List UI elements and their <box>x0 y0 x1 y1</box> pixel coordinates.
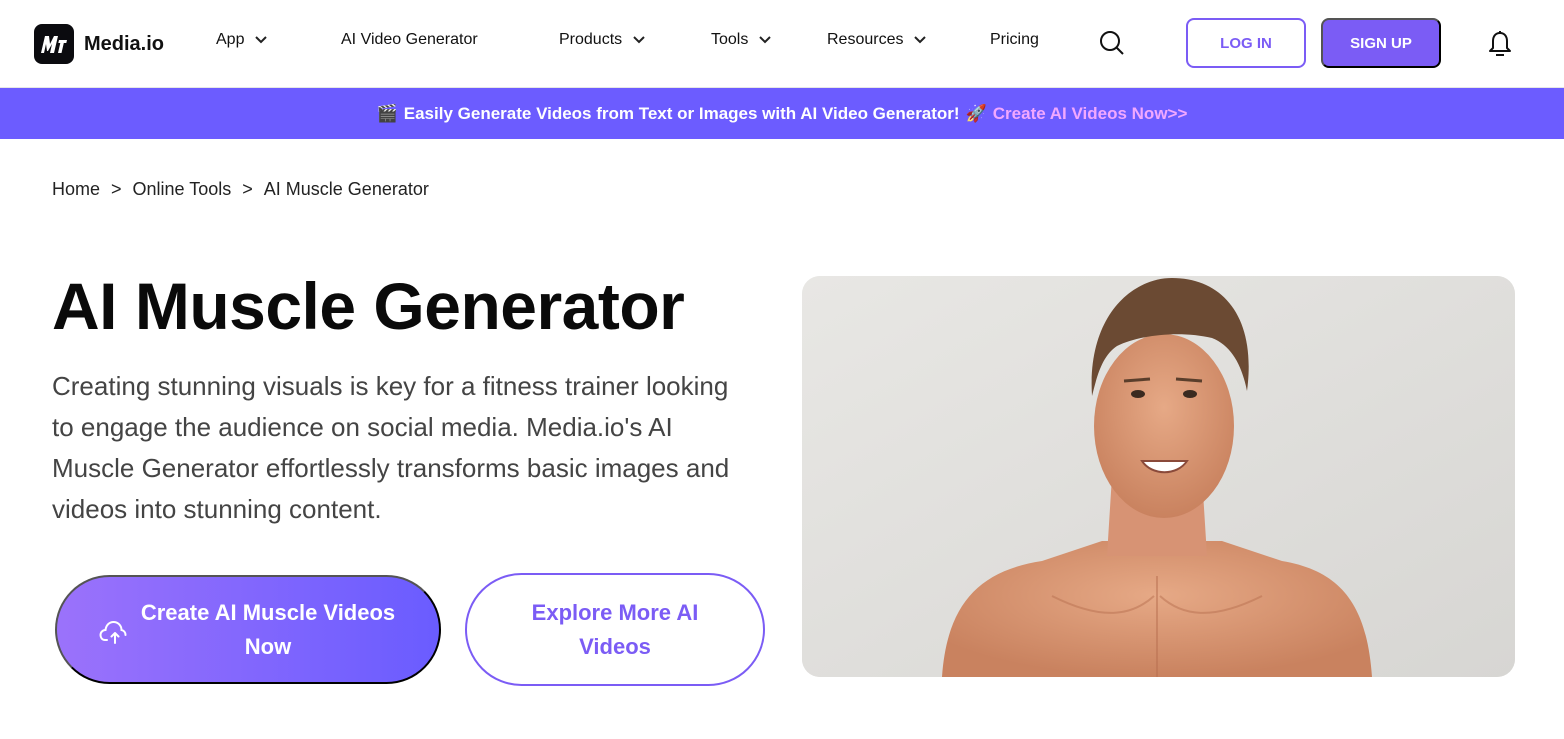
nav-products-label: Products <box>559 31 623 48</box>
nav-pricing[interactable]: Pricing <box>990 31 1039 49</box>
nav-resources-label: Resources <box>827 31 904 48</box>
create-muscle-videos-label: Create AI Muscle Videos Now <box>140 599 396 659</box>
bell-icon[interactable] <box>1487 30 1513 58</box>
explore-more-videos-button[interactable]: Explore More AI Videos <box>465 573 765 686</box>
search-icon[interactable] <box>1098 29 1126 57</box>
nav-products[interactable]: Products <box>559 31 646 49</box>
nav-tools[interactable]: Tools <box>711 31 772 49</box>
signup-button[interactable]: SIGN UP <box>1321 18 1441 68</box>
breadcrumb-home[interactable]: Home <box>52 179 100 200</box>
nav-app-label: App <box>216 31 245 48</box>
nav-pricing-label: Pricing <box>990 31 1039 48</box>
explore-more-videos-label: Explore More AI Videos <box>531 599 699 659</box>
chevron-down-icon <box>633 36 645 44</box>
nav-ai-video-generator-label: AI Video Generator <box>341 31 478 48</box>
breadcrumb: Home > Online Tools > AI Muscle Generato… <box>52 179 429 200</box>
muscular-man-illustration <box>802 276 1515 677</box>
banner-create-videos-link[interactable]: Create AI Videos Now>> <box>993 104 1188 124</box>
site-header: Media.io App AI Video Generator Products… <box>0 0 1564 88</box>
nav-tools-label: Tools <box>711 31 749 48</box>
breadcrumb-separator: > <box>242 179 253 199</box>
hero-description: Creating stunning visuals is key for a f… <box>52 371 730 524</box>
login-button[interactable]: LOG IN <box>1186 18 1306 68</box>
chevron-down-icon <box>759 36 772 44</box>
cloud-upload-icon <box>99 620 127 644</box>
nav-app[interactable]: App <box>216 31 268 49</box>
clapperboard-icon: 🎬 <box>376 103 398 123</box>
promo-banner: 🎬 Easily Generate Videos from Text or Im… <box>0 88 1564 139</box>
nav-ai-video-generator[interactable]: AI Video Generator <box>341 31 478 49</box>
chevron-down-icon <box>255 36 268 44</box>
rocket-icon: 🚀 <box>965 103 987 123</box>
hero-image <box>802 276 1515 677</box>
banner-text: Easily Generate Videos from Text or Imag… <box>403 103 960 123</box>
media-io-logo-icon <box>34 24 74 64</box>
nav-resources[interactable]: Resources <box>827 31 927 49</box>
breadcrumb-online-tools[interactable]: Online Tools <box>133 179 232 200</box>
page-title: AI Muscle Generator <box>52 269 685 343</box>
logo-text: Media.io <box>84 32 165 55</box>
breadcrumb-current: AI Muscle Generator <box>263 179 429 199</box>
create-muscle-videos-button[interactable]: Create AI Muscle Videos Now <box>55 575 441 684</box>
logo-link[interactable]: Media.io <box>34 24 164 64</box>
breadcrumb-separator: > <box>111 179 122 199</box>
chevron-down-icon <box>914 36 927 44</box>
